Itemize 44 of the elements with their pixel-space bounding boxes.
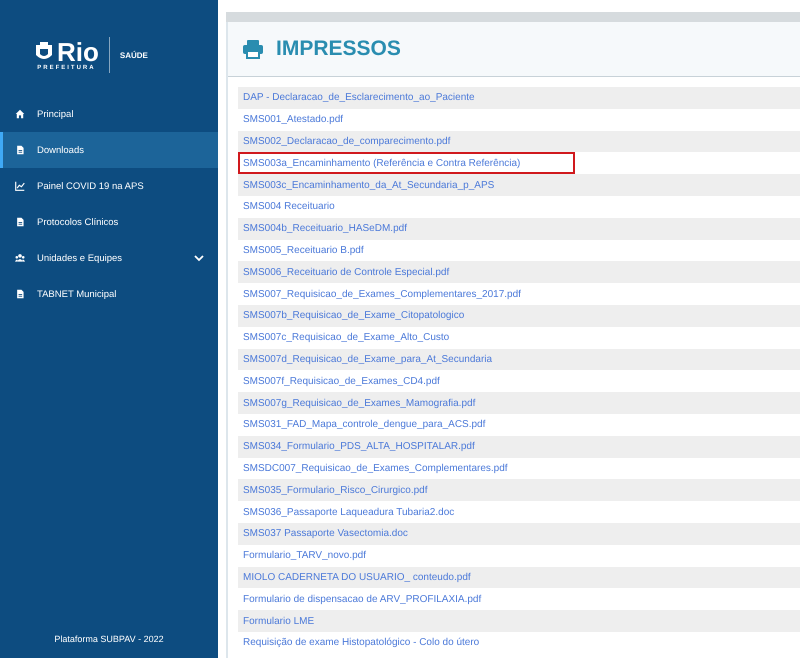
document-icon [15, 217, 25, 227]
file-link[interactable]: SMS007_Requisicao_de_Exames_Complementares_2017.pdf [243, 288, 521, 300]
file-link[interactable]: SMS036_Passaporte Laqueadura Tubaria2.doc [243, 506, 454, 518]
file-link[interactable]: SMS031_FAD_Mapa_controle_dengue_para_ACS.pdf [243, 419, 486, 430]
printer-icon [242, 39, 264, 59]
file-link[interactable]: SMS007b_Requisicao_de_Exame_Citopatologico [243, 310, 464, 322]
nav-item[interactable]: Downloads [0, 132, 218, 168]
file-link[interactable]: SMS001_Atestado.pdf [243, 114, 344, 126]
panel-title: IMPRESSOS [276, 37, 401, 61]
file-link[interactable]: SMSDC007_Requisicao_de_Exames_Complementares.pdf [243, 462, 508, 474]
home-icon [15, 109, 25, 119]
file-link[interactable]: Formulario de dispensacao de ARV_PROFILAXIA.pdf [243, 594, 482, 605]
file-link[interactable]: Formulario LME [243, 616, 314, 627]
chart-icon [15, 181, 25, 191]
file-link[interactable]: SMS003c_Encaminhamento_da_At_Secundaria_p_APS [243, 180, 494, 191]
chevron-down-icon[interactable] [194, 253, 204, 263]
file-link[interactable]: SMS004b_Receituario_HASeDM.pdf [243, 223, 407, 234]
file-link[interactable]: SMS002_Declaracao_de_comparecimento.pdf [243, 136, 450, 147]
file-link[interactable]: SMS006_Receituario de Controle Especial.pdf [243, 266, 450, 278]
footer-text: Plataforma SUBPAV - 2022 [53, 634, 165, 646]
nav-item[interactable]: Unidades e Equipes [0, 240, 218, 276]
file-link[interactable]: DAP - Declaracao_de_Esclarecimento_ao_Paciente [243, 92, 475, 104]
file-link[interactable]: SMS004 Receituario [243, 201, 335, 212]
file-link[interactable]: Formulario_TARV_novo.pdf [243, 550, 366, 562]
file-link[interactable]: SMS007d_Requisicao_de_Exame_para_At_Secundaria [243, 354, 492, 365]
logo-name: Rio [57, 39, 99, 65]
document-icon [15, 145, 25, 155]
file-link[interactable]: SMS005_Receituario B.pdf [243, 244, 364, 256]
nav-item[interactable]: Painel COVID 19 na APS [0, 168, 218, 204]
file-link[interactable]: SMS003a_Encaminhamento (Referência e Contra Referência) [243, 158, 520, 169]
file-link[interactable]: SMS007g_Requisicao_de_Exames_Mamografia.pdf [243, 398, 476, 409]
nav-item[interactable]: TABNET Municipal [0, 276, 218, 312]
logo-section: SAÚDE [120, 50, 148, 60]
document-icon [15, 289, 25, 299]
nav-item[interactable]: Protocolos Clínicos [0, 204, 218, 240]
file-link[interactable]: SMS007c_Requisicao_de_Exame_Alto_Custo [243, 332, 450, 344]
file-link[interactable]: MIOLO CADERNETA DO USUARIO_ conteudo.pdf [243, 572, 471, 583]
file-link[interactable]: SMS034_Formulario_PDS_ALTA_HOSPITALAR.pdf [243, 441, 475, 452]
file-link[interactable]: SMS007f_Requisicao_de_Exames_CD4.pdf [243, 376, 440, 387]
group-icon [15, 253, 25, 263]
file-link[interactable]: SMS037 Passaporte Vasectomia.doc [243, 528, 408, 540]
file-link[interactable]: SMS035_Formulario_Risco_Cirurgico.pdf [243, 484, 428, 496]
file-link[interactable]: Requisição de exame Histopatológico - Colo do útero [243, 637, 480, 648]
nav-item[interactable]: Principal [0, 96, 218, 132]
